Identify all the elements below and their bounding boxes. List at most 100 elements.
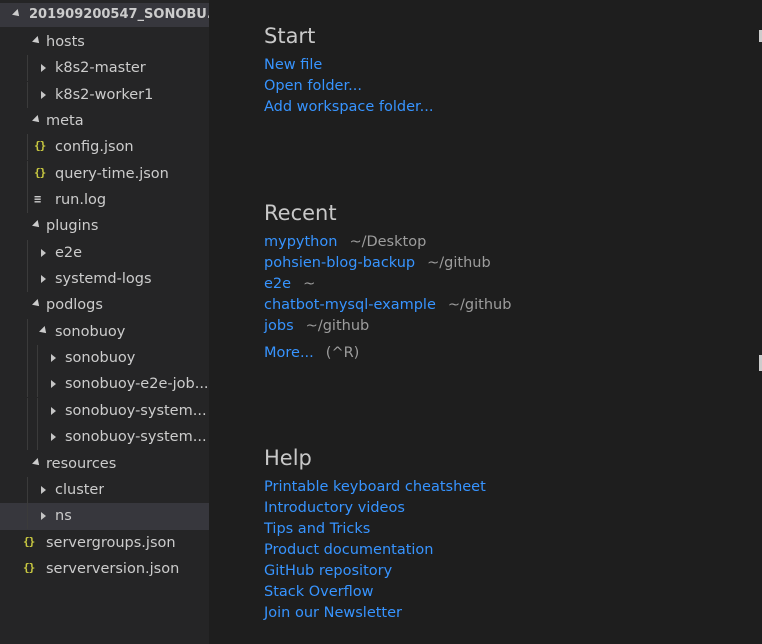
tree-item[interactable]: {} config.json	[0, 134, 209, 161]
recent-item-name[interactable]: pohsien-blog-backup	[264, 255, 415, 271]
indent-guide	[27, 371, 28, 398]
chevron-right-icon[interactable]	[38, 503, 50, 529]
chevron-right-icon[interactable]	[38, 82, 50, 108]
tree-item[interactable]: plugins	[0, 213, 209, 239]
more-recent-label[interactable]: More...	[264, 345, 314, 361]
tree-item[interactable]: sonobuoy	[0, 318, 209, 345]
tree-item-label: sonobuoy	[65, 350, 136, 367]
indent-guide	[27, 160, 28, 187]
json-file-icon: {}	[34, 139, 46, 153]
indent-guide	[27, 55, 28, 82]
tips-and-tricks-link[interactable]: Tips and Tricks	[264, 521, 370, 537]
tree-item-label: serverversion.json	[46, 560, 180, 577]
chevron-down-icon[interactable]	[31, 292, 43, 318]
recent-item-name[interactable]: e2e	[264, 276, 291, 292]
open-folder-link[interactable]: Open folder...	[264, 78, 362, 94]
chevron-down-icon[interactable]	[38, 319, 50, 345]
indent-guide	[27, 318, 28, 345]
chevron-right-icon[interactable]	[48, 398, 60, 424]
chevron-right-icon[interactable]	[38, 266, 50, 292]
tree-item-label: e2e	[55, 244, 83, 261]
tree-item[interactable]: ≡ run.log	[0, 187, 209, 214]
tree-item-label: resources	[46, 455, 117, 472]
tree-item-label: servergroups.json	[46, 534, 176, 551]
indent-guide	[27, 134, 28, 161]
more-recent-link[interactable]: More... (^R)	[264, 345, 359, 361]
recent-item[interactable]: e2e ~	[264, 276, 315, 292]
chevron-right-icon[interactable]	[48, 345, 60, 371]
tree-item[interactable]: meta	[0, 108, 209, 134]
recent-item-path: ~/github	[305, 318, 370, 334]
tree-item-label: config.json	[55, 139, 134, 156]
github-repository-link[interactable]: GitHub repository	[264, 563, 392, 579]
tree-item-label: run.log	[55, 192, 107, 209]
keyboard-cheatsheet-link[interactable]: Printable keyboard cheatsheet	[264, 479, 486, 495]
welcome-page: Start New file Open folder... Add worksp…	[209, 0, 762, 644]
tree-item[interactable]: sonobuoy-system...	[0, 424, 209, 451]
chevron-down-icon[interactable]	[31, 213, 43, 239]
indent-guide	[37, 397, 38, 424]
stack-overflow-link[interactable]: Stack Overflow	[264, 584, 374, 600]
workspace-folder-name: 201909200547_SONOBU...	[29, 7, 209, 22]
tree-item-label: k8s2-master	[55, 60, 146, 77]
chevron-down-icon[interactable]	[31, 29, 43, 55]
tree-item[interactable]: sonobuoy-system...	[0, 397, 209, 424]
tree-item[interactable]: hosts	[0, 29, 209, 55]
tree-item[interactable]: cluster	[0, 476, 209, 503]
indent-guide	[27, 81, 28, 108]
add-workspace-folder-link[interactable]: Add workspace folder...	[264, 99, 434, 115]
tree-item[interactable]: sonobuoy-e2e-job...	[0, 371, 209, 398]
indent-guide	[27, 187, 28, 214]
tree-item[interactable]: k8s2-worker1	[0, 81, 209, 108]
introductory-videos-link[interactable]: Introductory videos	[264, 500, 405, 516]
workspace-folder-header[interactable]: 201909200547_SONOBU...	[0, 3, 209, 27]
explorer-sidebar: 201909200547_SONOBU... hosts k8s2-master k…	[0, 0, 209, 644]
indent-guide	[27, 503, 28, 530]
indent-guide	[37, 424, 38, 451]
new-file-link[interactable]: New file	[264, 57, 322, 73]
indent-guide	[27, 266, 28, 293]
recent-item-name[interactable]: chatbot-mysql-example	[264, 297, 436, 313]
indent-guide	[37, 371, 38, 398]
json-file-icon: {}	[23, 534, 35, 548]
tree-item-label: query-time.json	[55, 165, 169, 182]
recent-item[interactable]: pohsien-blog-backup ~/github	[264, 255, 491, 271]
chevron-right-icon[interactable]	[48, 371, 60, 397]
tree-item-label: sonobuoy-e2e-job...	[65, 376, 209, 393]
chevron-right-icon[interactable]	[38, 55, 50, 81]
tree-item[interactable]: podlogs	[0, 292, 209, 318]
recent-title: Recent	[264, 201, 337, 225]
tree-item[interactable]: {} query-time.json	[0, 160, 209, 187]
log-file-icon: ≡	[34, 192, 41, 207]
start-title: Start	[264, 24, 316, 48]
indent-guide	[27, 397, 28, 424]
tree-item[interactable]: ns	[0, 503, 209, 530]
indent-guide	[27, 239, 28, 266]
recent-item[interactable]: jobs ~/github	[264, 318, 369, 334]
newsletter-link[interactable]: Join our Newsletter	[264, 605, 402, 621]
more-recent-shortcut: (^R)	[325, 345, 360, 361]
indent-guide	[37, 345, 38, 372]
chevron-right-icon[interactable]	[38, 477, 50, 503]
chevron-down-icon[interactable]	[12, 9, 22, 19]
tree-item[interactable]: systemd-logs	[0, 266, 209, 293]
tree-item[interactable]: sonobuoy	[0, 345, 209, 372]
recent-item[interactable]: mypython ~/Desktop	[264, 234, 426, 250]
product-documentation-link[interactable]: Product documentation	[264, 542, 433, 558]
tree-item[interactable]: resources	[0, 451, 209, 477]
indent-guide	[27, 345, 28, 372]
chevron-down-icon[interactable]	[31, 451, 43, 477]
recent-item-path: ~/github	[447, 297, 512, 313]
chevron-right-icon[interactable]	[38, 240, 50, 266]
tree-item[interactable]: k8s2-master	[0, 55, 209, 82]
tree-item[interactable]: {} serverversion.json	[0, 556, 209, 582]
tree-item[interactable]: {} servergroups.json	[0, 530, 209, 556]
recent-item-name[interactable]: mypython	[264, 234, 337, 250]
recent-item-name[interactable]: jobs	[264, 318, 294, 334]
recent-item[interactable]: chatbot-mysql-example ~/github	[264, 297, 511, 313]
tree-item-label: sonobuoy	[55, 323, 126, 340]
chevron-right-icon[interactable]	[48, 424, 60, 450]
tree-item[interactable]: e2e	[0, 239, 209, 266]
tree-item-label: podlogs	[46, 297, 103, 314]
chevron-down-icon[interactable]	[31, 108, 43, 134]
